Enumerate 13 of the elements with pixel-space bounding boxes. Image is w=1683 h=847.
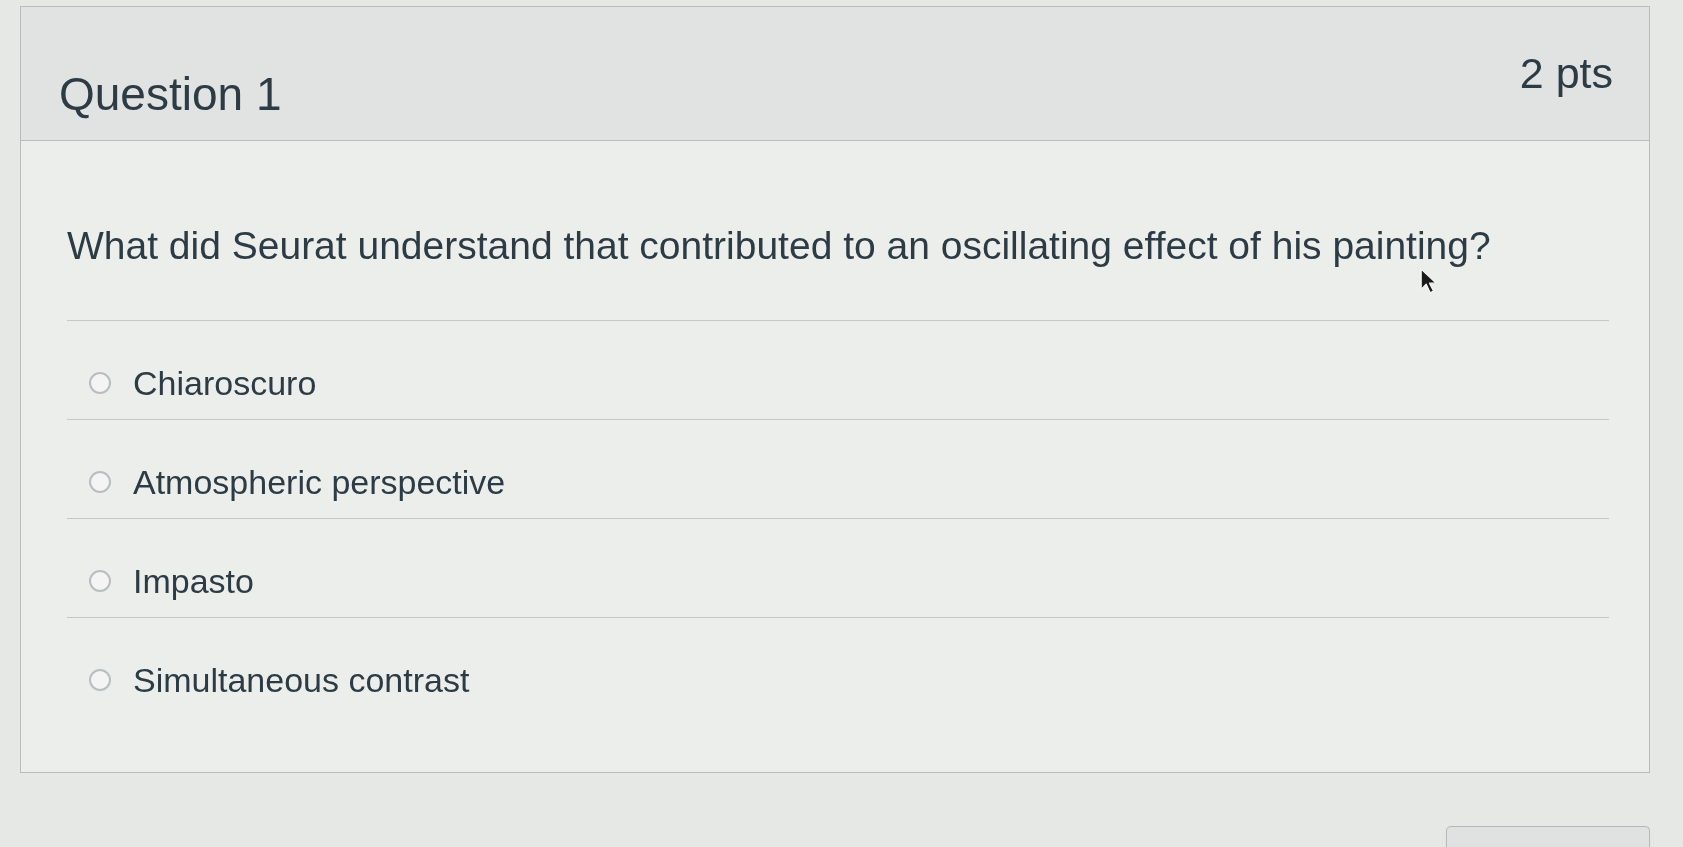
radio-button[interactable] xyxy=(89,570,111,592)
radio-button[interactable] xyxy=(89,471,111,493)
answer-option[interactable]: Chiaroscuro xyxy=(67,321,1609,419)
radio-button[interactable] xyxy=(89,669,111,691)
points-label: 2 pts xyxy=(1519,49,1613,98)
question-text: What did Seurat understand that contributed to an oscillating effect of his painting? xyxy=(67,226,1491,266)
cursor-icon xyxy=(1420,268,1438,295)
radio-button[interactable] xyxy=(89,372,111,394)
button[interactable] xyxy=(1446,826,1650,847)
question-title: Question 1 xyxy=(59,67,282,121)
answer-option[interactable]: Simultaneous contrast xyxy=(67,618,1609,716)
answer-option[interactable]: Atmospheric perspective xyxy=(67,420,1609,518)
answer-option[interactable]: Impasto xyxy=(67,519,1609,617)
